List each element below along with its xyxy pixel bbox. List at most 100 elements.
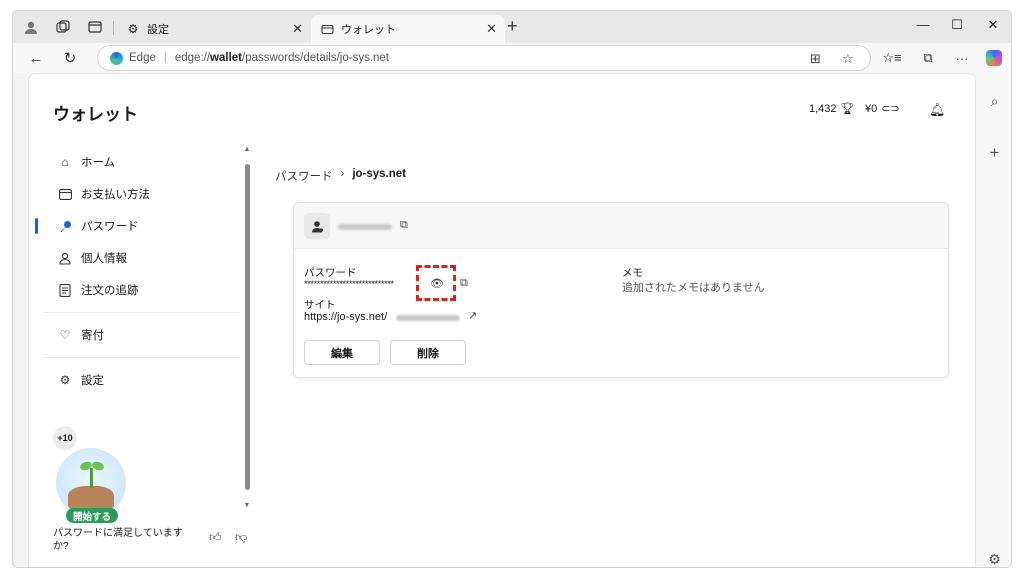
wallet-sidebar: ⌂ ホーム お支払い方法 パスワード 個人情報 注文の追跡 ♡ 寄付 ⚙ 設定: [29, 146, 254, 396]
search-icon[interactable]: ⌕: [976, 93, 1011, 110]
sidebar-item-label: 注文の追跡: [81, 285, 139, 297]
sidebar-item-label: お支払い方法: [81, 189, 150, 201]
site-label: Edge: [129, 52, 156, 64]
sidebar-item-order-tracking[interactable]: 注文の追跡: [29, 274, 254, 306]
site-label: サイト: [304, 299, 336, 311]
copy-password-icon[interactable]: ⧉: [460, 277, 468, 290]
delete-button[interactable]: 削除: [390, 340, 466, 365]
account-avatar-icon: [304, 213, 330, 239]
receipt-icon: [58, 283, 72, 297]
username-blurred: [338, 224, 392, 230]
scroll-up-arrow-icon[interactable]: ▲: [243, 146, 251, 153]
key-icon: [58, 219, 72, 233]
wallet-balance[interactable]: ¥0 ⊂⊃: [865, 102, 900, 116]
sidebar-item-passwords[interactable]: パスワード: [29, 210, 254, 242]
sidebar-settings-icon[interactable]: ⚙: [976, 551, 1011, 567]
tab-label: ウォレット: [341, 24, 396, 36]
gear-icon: ⚙: [127, 22, 139, 36]
edge-logo-icon: [110, 51, 123, 65]
thumbs-down-icon[interactable]: 👎︎: [235, 530, 247, 545]
close-tab-icon[interactable]: ✕: [486, 21, 497, 37]
sidebar-item-settings[interactable]: ⚙ 設定: [29, 364, 254, 396]
feedback-question: パスワードに満足していますか?: [53, 528, 183, 552]
thumbs-up-icon[interactable]: 👍︎: [209, 530, 222, 545]
chevron-right-icon: ›: [340, 168, 345, 180]
add-sidebar-app-icon[interactable]: +: [976, 143, 1011, 163]
breadcrumb: パスワード › jo-sys.net: [275, 168, 406, 184]
close-window-button[interactable]: ✕: [981, 17, 1005, 33]
scroll-thumb[interactable]: [245, 164, 250, 490]
profile-icon[interactable]: [21, 17, 41, 37]
favorites-icon[interactable]: ☆≡: [881, 48, 903, 68]
tab-divider: [113, 21, 114, 35]
app-available-icon[interactable]: ⊞: [810, 46, 821, 72]
copy-username-icon[interactable]: ⧉: [400, 219, 408, 232]
favorite-star-icon[interactable]: ☆: [842, 46, 854, 72]
url-path: /passwords/details/jo-sys.net: [242, 52, 390, 64]
card-header: ⧉: [294, 203, 948, 249]
start-button[interactable]: 開始する: [66, 508, 119, 523]
memo-value: 追加されたメモはありません: [622, 282, 765, 294]
sidebar-item-label: 個人情報: [81, 253, 127, 265]
page-title: ウォレット: [53, 105, 138, 124]
password-value: ****************************: [304, 279, 394, 289]
password-detail-card: ⧉ パスワード **************************** 👁︎ …: [293, 202, 949, 378]
new-tab-button[interactable]: +: [507, 16, 518, 37]
url-prefix: edge://: [174, 52, 211, 64]
scroll-down-arrow-icon[interactable]: ▼: [243, 502, 251, 509]
site-path-blurred: [396, 315, 460, 321]
url-domain: wallet: [210, 52, 242, 64]
workspaces-icon[interactable]: [53, 17, 73, 37]
more-menu-icon[interactable]: ···: [951, 48, 973, 68]
sidebar-item-label: パスワード: [81, 221, 139, 233]
sidebar-item-payment[interactable]: お支払い方法: [29, 178, 254, 210]
bonus-badge: +10: [53, 426, 77, 450]
notification-bell-icon[interactable]: 🔔︎: [929, 102, 946, 118]
browser-window: ⚙ 設定 ✕ ウォレット ✕ + — ☐ ✕ ← ↻ Edge | edge:/…: [12, 10, 1012, 568]
copilot-icon[interactable]: [983, 48, 1005, 68]
maximize-button[interactable]: ☐: [945, 17, 969, 33]
password-label: パスワード: [304, 267, 357, 279]
tab-strip: ⚙ 設定 ✕ ウォレット ✕ + — ☐ ✕: [13, 11, 1011, 43]
tab-actions-icon[interactable]: [85, 17, 105, 37]
person-icon: [58, 251, 72, 265]
sidebar-item-label: 寄付: [81, 330, 104, 342]
sidebar-scrollbar[interactable]: ▲ ▼: [243, 146, 251, 512]
sidebar-item-home[interactable]: ⌂ ホーム: [29, 146, 254, 178]
divider: [43, 357, 240, 358]
home-icon: ⌂: [61, 155, 69, 169]
trophy-icon: 🏆︎: [840, 103, 855, 115]
divider: [43, 312, 240, 313]
tab-label: 設定: [147, 24, 169, 36]
balance-value: ¥0: [865, 102, 878, 115]
close-tab-icon[interactable]: ✕: [292, 21, 303, 37]
show-password-eye-icon[interactable]: 👁︎: [430, 277, 444, 290]
rewards-points[interactable]: 1,432 🏆︎: [809, 102, 855, 116]
toolbar: ← ↻ Edge | edge://wallet/passwords/detai…: [13, 43, 1011, 73]
screenshot-icon[interactable]: ⧉: [917, 48, 939, 68]
sidebar-item-label: 設定: [81, 375, 104, 387]
gear-icon: ⚙: [59, 373, 71, 387]
heart-icon: ♡: [59, 328, 71, 342]
sidebar-item-donate[interactable]: ♡ 寄付: [29, 319, 254, 351]
address-separator: |: [163, 52, 167, 64]
points-value: 1,432: [809, 102, 837, 115]
refresh-button[interactable]: ↻: [59, 48, 81, 68]
breadcrumb-passwords[interactable]: パスワード: [275, 168, 333, 184]
external-link-icon[interactable]: ↗: [468, 309, 477, 322]
breadcrumb-current: jo-sys.net: [352, 168, 407, 180]
sidebar-item-label: ホーム: [81, 157, 116, 169]
site-url[interactable]: https://jo-sys.net/: [304, 311, 387, 323]
minimize-button[interactable]: —: [911, 17, 935, 32]
back-button[interactable]: ←: [25, 48, 47, 68]
cashback-icon: ⊂⊃: [881, 103, 900, 115]
sidebar-item-personal-info[interactable]: 個人情報: [29, 242, 254, 274]
address-bar[interactable]: Edge | edge://wallet/passwords/details/j…: [97, 45, 871, 71]
edit-button[interactable]: 編集: [304, 340, 380, 365]
card-icon: [58, 187, 72, 201]
tab-settings[interactable]: ⚙ 設定 ✕: [117, 15, 311, 43]
memo-label: メモ: [622, 267, 643, 279]
tab-wallet[interactable]: ウォレット ✕: [311, 15, 505, 43]
wallet-page: ウォレット 1,432 🏆︎ ¥0 ⊂⊃ 🔔︎ ⌂ ホーム お支払い方法 パスワ…: [28, 73, 976, 567]
wallet-icon: [319, 21, 335, 37]
